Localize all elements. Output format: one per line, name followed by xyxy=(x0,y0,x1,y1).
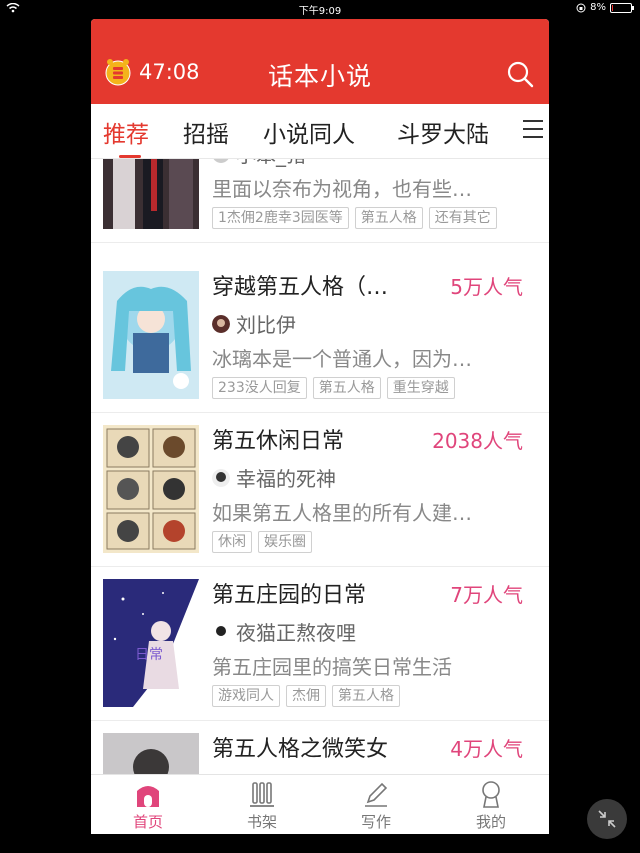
nav-label: 写作 xyxy=(360,813,391,831)
story-tags: 233没人回复 第五人格 重生穿越 xyxy=(212,377,455,399)
story-tag[interactable]: 杰佣 xyxy=(286,685,326,707)
author-name: 幸福的死神 xyxy=(236,467,336,491)
nav-label: 首页 xyxy=(132,813,163,831)
story-title: 第五庄园的日常 xyxy=(212,583,367,608)
story-tag[interactable]: 233没人回复 xyxy=(212,377,307,399)
story-description: 冰璃本是一个普通人，因为… xyxy=(212,347,472,371)
story-cover xyxy=(103,271,199,399)
orientation-lock-icon xyxy=(576,3,586,12)
nav-label: 我的 xyxy=(475,813,506,831)
story-cover xyxy=(103,733,199,775)
nav-bookshelf[interactable]: 书架 xyxy=(222,779,302,832)
exit-fullscreen-button[interactable] xyxy=(587,799,627,839)
story-popularity: 2038人气 xyxy=(432,429,523,453)
nav-home[interactable]: 首页 xyxy=(108,779,188,832)
profile-icon xyxy=(482,781,500,808)
list-item[interactable]: 穿越第五人格（… 5万人气 刘比伊 冰璃本是一个普通人，因为… 233没人回复 … xyxy=(91,259,549,413)
category-tabs: 推荐 招摇 小说同人 斗罗大陆 xyxy=(91,104,549,159)
tab-douluo[interactable]: 斗罗大陆 xyxy=(397,115,489,149)
home-icon xyxy=(137,786,159,807)
battery-percent: 8% xyxy=(590,2,606,13)
search-icon[interactable] xyxy=(505,59,535,89)
nav-profile[interactable]: 我的 xyxy=(451,779,531,832)
story-tag[interactable]: 重生穿越 xyxy=(386,377,455,399)
story-author: 刘比伊 xyxy=(212,309,296,338)
story-tag[interactable]: 第五人格 xyxy=(312,377,381,399)
list-item[interactable]: 小笨_猪 里面以奈布为视角，也有些… 1杰佣2鹿幸3园医等 第五人格 还有其它 xyxy=(91,159,549,243)
nav-label: 书架 xyxy=(246,813,277,831)
story-tag[interactable]: 1杰佣2鹿幸3园医等 xyxy=(212,207,349,229)
story-description: 里面以奈布为视角，也有些… xyxy=(212,177,472,201)
story-popularity: 4万人气 xyxy=(450,737,523,761)
tab-menu-icon[interactable] xyxy=(523,120,543,138)
avatar xyxy=(212,622,230,641)
avatar xyxy=(212,314,230,333)
story-author: 幸福的死神 xyxy=(212,463,336,492)
status-time: 下午9:09 xyxy=(298,6,342,17)
list-item[interactable]: 第五人格之微笑女 4万人气 xyxy=(91,721,549,775)
author-name: 夜猫正熬夜哩 xyxy=(236,621,356,645)
tab-recommend[interactable]: 推荐 xyxy=(103,115,149,149)
list-item[interactable]: 日常 第五庄园的日常 7万人气 夜猫正熬夜哩 第五庄园里的搞笑日常生活 游戏同人… xyxy=(91,567,549,721)
story-tags: 游戏同人 杰佣 第五人格 xyxy=(212,685,400,707)
story-tags: 休闲 娱乐圈 xyxy=(212,531,312,553)
svg-text:日常: 日常 xyxy=(135,647,163,663)
bookshelf-icon xyxy=(250,782,274,807)
story-cover xyxy=(103,425,199,553)
story-title: 第五人格之微笑女 xyxy=(212,737,389,762)
story-description: 第五庄园里的搞笑日常生活 xyxy=(212,655,452,679)
story-cover xyxy=(103,159,199,229)
story-popularity: 7万人气 xyxy=(450,583,523,607)
bottom-nav: 首页 书架 写作 我的 xyxy=(91,774,549,834)
story-tag[interactable]: 休闲 xyxy=(212,531,252,553)
collapse-arrows-icon xyxy=(598,810,616,828)
story-tag[interactable]: 第五人格 xyxy=(354,207,423,229)
battery-icon xyxy=(610,2,634,13)
story-list[interactable]: 小笨_猪 里面以奈布为视角，也有些… 1杰佣2鹿幸3园医等 第五人格 还有其它 xyxy=(91,159,549,775)
story-tag[interactable]: 第五人格 xyxy=(332,685,400,707)
pen-icon xyxy=(365,782,388,807)
story-title: 穿越第五人格（… xyxy=(212,275,389,300)
app-header: 47:08 话本小说 xyxy=(91,19,549,104)
app-title: 话本小说 xyxy=(267,62,372,91)
tab-zhaoyao[interactable]: 招摇 xyxy=(183,115,229,149)
story-tags: 1杰佣2鹿幸3园医等 第五人格 还有其它 xyxy=(212,207,497,229)
story-tag[interactable]: 娱乐圈 xyxy=(258,531,312,553)
app-window: 47:08 话本小说 推荐 招摇 小说同人 斗罗大陆 里面以奈布为视角，也有些…… xyxy=(91,19,549,834)
avatar xyxy=(212,468,230,487)
story-popularity: 5万人气 xyxy=(450,275,523,299)
story-tag[interactable]: 还有其它 xyxy=(428,207,497,229)
tab-novel-fanfic[interactable]: 小说同人 xyxy=(263,115,355,149)
author-name: 小笨_猪 xyxy=(236,159,306,168)
story-description: 如果第五人格里的所有人建… xyxy=(212,501,472,525)
active-tab-indicator xyxy=(119,155,141,158)
list-item[interactable]: 第五休闲日常 2038人气 幸福的死神 如果第五人格里的所有人建… 休闲 娱乐圈 xyxy=(91,413,549,567)
story-tag[interactable]: 游戏同人 xyxy=(212,685,280,707)
story-cover: 日常 xyxy=(103,579,199,707)
nav-write[interactable]: 写作 xyxy=(336,779,416,832)
status-bar: 下午9:09 8% xyxy=(0,0,640,18)
story-author: 夜猫正熬夜哩 xyxy=(212,617,356,646)
story-author: 小笨_猪 xyxy=(212,159,306,168)
avatar xyxy=(213,159,229,163)
story-title: 第五休闲日常 xyxy=(212,429,345,454)
author-name: 刘比伊 xyxy=(236,313,296,337)
